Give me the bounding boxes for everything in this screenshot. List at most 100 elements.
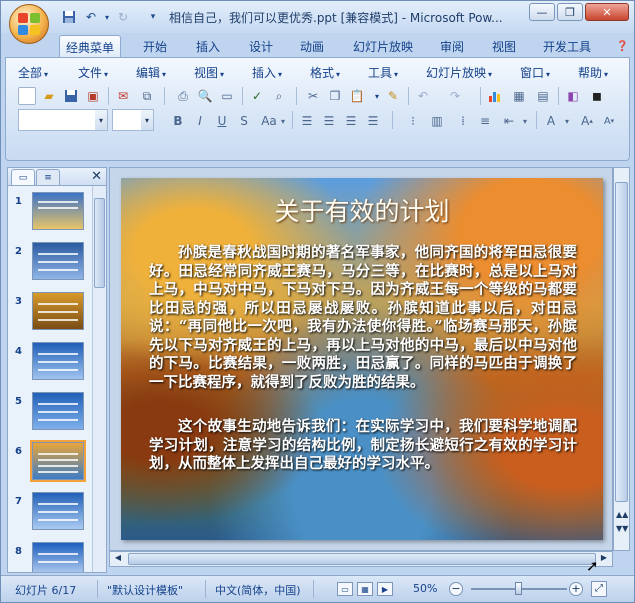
slide-thumbnail[interactable] (32, 242, 84, 280)
vertical-scrollbar[interactable]: ▲▲ ▼▼ (613, 167, 630, 551)
chevron-down-icon[interactable]: ▾ (562, 112, 572, 130)
zoom-level[interactable]: 50% (413, 582, 437, 595)
slide-thumbnail-row[interactable]: 4 (8, 338, 92, 386)
tab-insert[interactable]: 插入 (190, 35, 226, 57)
slide-thumbnail-row[interactable]: 7 (8, 488, 92, 536)
slide-thumbnail[interactable] (32, 292, 84, 330)
format-painter-icon[interactable]: ✎ (384, 87, 402, 105)
language-indicator[interactable]: 中文(简体，中国) (215, 582, 301, 598)
redo-icon[interactable]: ↻ (115, 9, 131, 25)
save-icon[interactable] (61, 9, 77, 25)
shadow-icon[interactable]: S (236, 112, 252, 130)
tab-home[interactable]: 开始 (137, 35, 173, 57)
numbering-icon[interactable]: ≡ (476, 112, 494, 130)
slide-sorter-icon[interactable]: ▦ (357, 582, 373, 596)
zoom-out-button[interactable]: − (449, 582, 463, 596)
table-icon[interactable]: ▦ (510, 87, 528, 105)
underline-icon[interactable]: U (214, 112, 230, 130)
chevron-down-icon[interactable]: ▾ (520, 112, 530, 130)
previous-slide-icon[interactable]: ▲▲ (616, 510, 628, 521)
menu-tools[interactable]: 工具 ▾ (368, 64, 398, 81)
undo-icon[interactable]: ↶ (414, 87, 432, 105)
slide-thumbnail[interactable] (32, 392, 84, 430)
tab-slideshow[interactable]: 幻灯片放映 (347, 35, 419, 57)
font-size-combo[interactable]: ▾ (112, 109, 154, 131)
fit-to-window-icon[interactable]: ⤢ (591, 581, 607, 597)
slide-thumbnail[interactable] (32, 342, 84, 380)
design-template-name[interactable]: "默认设计模板" (107, 582, 183, 598)
new-slide-icon[interactable]: ▤ (534, 87, 552, 105)
cut-icon[interactable]: ✂ (304, 87, 322, 105)
tab-review[interactable]: 审阅 (434, 35, 470, 57)
slide-thumbnail[interactable] (32, 542, 84, 572)
save-icon[interactable] (62, 87, 80, 105)
email-icon[interactable]: ✉ (114, 87, 132, 105)
slide-view-icon[interactable]: ▭ (218, 87, 236, 105)
align-center-icon[interactable]: ☰ (320, 112, 338, 130)
slide-thumbnail-row[interactable]: 2 (8, 238, 92, 286)
customize-quick-access-icon[interactable]: ▾ (145, 9, 161, 25)
help-icon[interactable]: ❓ (616, 41, 628, 53)
copy-icon[interactable]: ❐ (326, 87, 344, 105)
tab-classic-menu[interactable]: 经典菜单 (59, 35, 122, 57)
slide-thumbnail-row[interactable]: 6 (8, 438, 92, 486)
publish-icon[interactable]: ⧉ (138, 87, 156, 105)
scroll-thumb[interactable] (94, 198, 105, 288)
research-icon[interactable]: ⌕ (270, 87, 288, 105)
slide-thumbnail-row[interactable]: 5 (8, 388, 92, 436)
menu-format[interactable]: 格式 ▾ (310, 64, 340, 81)
paste-icon[interactable]: 📋 (348, 87, 366, 105)
color-grayscale-icon[interactable]: ◧ (564, 87, 582, 105)
normal-view-icon[interactable]: ▭ (337, 582, 353, 596)
permission-icon[interactable]: ▣ (84, 87, 102, 105)
decrease-indent-icon[interactable]: ⇤ (500, 112, 518, 130)
menu-slideshow[interactable]: 幻灯片放映 ▾ (426, 64, 492, 81)
menu-view[interactable]: 视图 ▾ (194, 64, 224, 81)
slide-thumbnail-row[interactable]: 3 (8, 288, 92, 336)
scroll-right-icon[interactable]: ▶ (598, 553, 610, 565)
menu-insert[interactable]: 插入 ▾ (252, 64, 282, 81)
minimize-button[interactable]: — (529, 3, 555, 21)
scroll-left-icon[interactable]: ◀ (112, 553, 124, 565)
scroll-thumb[interactable] (128, 553, 596, 565)
menu-edit[interactable]: 编辑 ▾ (136, 64, 166, 81)
align-left-icon[interactable]: ☰ (298, 112, 316, 130)
decrease-font-icon[interactable]: A ▾ (600, 112, 618, 130)
chart-icon[interactable] (486, 87, 504, 105)
close-icon[interactable]: ✕ (91, 169, 102, 184)
tab-view[interactable]: 视图 (486, 35, 522, 57)
line-spacing-icon[interactable]: ⁝ (404, 112, 422, 130)
horizontal-scrollbar[interactable]: ◀ ▶ (109, 551, 613, 567)
zoom-slider-thumb[interactable] (515, 582, 522, 595)
chevron-down-icon[interactable]: ▾ (278, 112, 288, 130)
open-folder-icon[interactable]: ▰ (40, 87, 58, 105)
scroll-thumb[interactable] (615, 182, 628, 502)
undo-icon[interactable]: ↶ (83, 9, 99, 25)
tab-animations[interactable]: 动画 (294, 35, 330, 57)
office-button[interactable] (9, 4, 49, 44)
zoom-in-button[interactable]: + (569, 582, 583, 596)
font-name-combo[interactable]: ▾ (18, 109, 108, 131)
slide-title[interactable]: 关于有效的计划 (121, 192, 603, 228)
slides-tab-icon[interactable]: ▭ (11, 169, 35, 185)
increase-font-icon[interactable]: A ▴ (578, 112, 596, 130)
font-color-icon[interactable]: A (542, 112, 560, 130)
slide-body-paragraph-2[interactable]: 这个故事生动地告诉我们：在实际学习中，我们要科学地调配学习计划，注意学习的结构比… (149, 418, 577, 474)
new-file-icon[interactable] (18, 87, 36, 105)
align-right-icon[interactable]: ☰ (342, 112, 360, 130)
undo-dropdown-icon[interactable]: ▾ (99, 9, 115, 25)
thumbnail-scrollbar[interactable] (92, 186, 106, 572)
slide-thumbnail[interactable] (32, 492, 84, 530)
menu-all[interactable]: 全部 ▾ (18, 64, 48, 81)
menu-file[interactable]: 文件 ▾ (78, 64, 108, 81)
slide-thumbnail-selected[interactable] (30, 440, 86, 482)
justify-icon[interactable]: ☰ (364, 112, 382, 130)
bullets-icon[interactable]: ⁞ (454, 112, 472, 130)
spelling-icon[interactable]: ✓ (248, 87, 266, 105)
redo-icon[interactable]: ↷ (446, 87, 464, 105)
next-slide-icon[interactable]: ▼▼ (616, 524, 628, 535)
close-button[interactable]: ✕ (585, 3, 629, 21)
restore-button[interactable]: ❐ (557, 3, 583, 21)
grayscale-icon[interactable]: ◼ (588, 87, 606, 105)
current-slide[interactable]: 关于有效的计划 孙膑是春秋战国时期的著名军事家，他同齐国的将军田忌很要好。田忌经… (121, 178, 603, 540)
